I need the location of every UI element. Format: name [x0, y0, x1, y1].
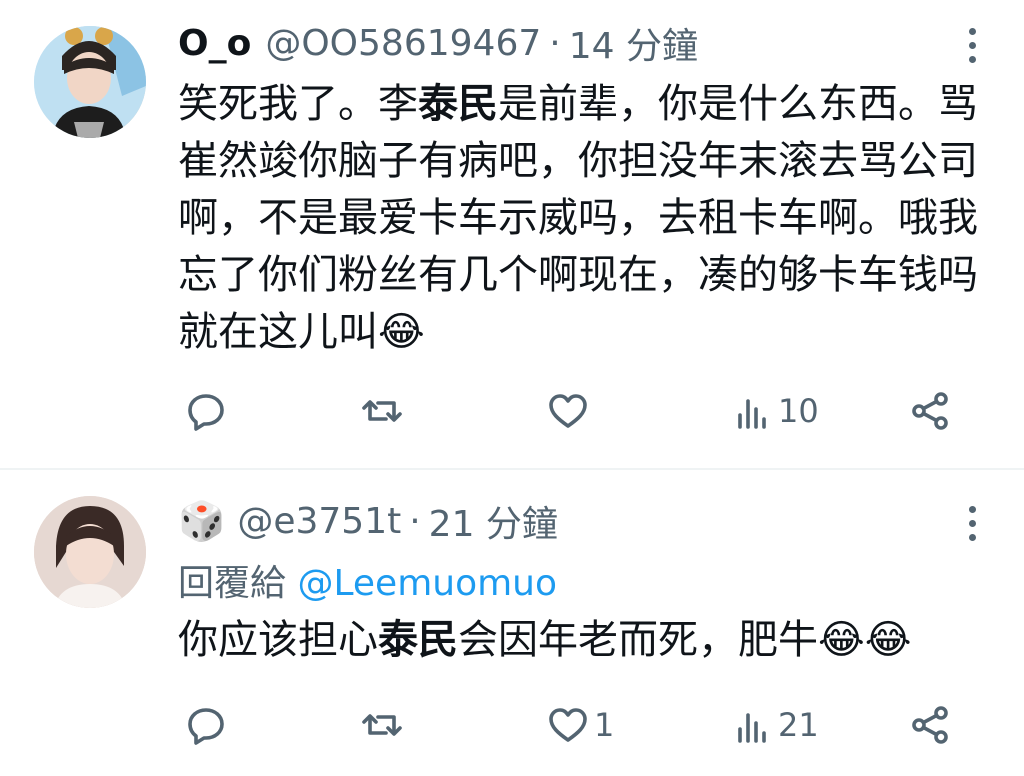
like-count: 1	[594, 706, 615, 744]
reply-button[interactable]	[184, 700, 232, 750]
avatar-image	[34, 496, 146, 608]
tweet-text-highlight: 泰民	[418, 81, 498, 127]
like-button[interactable]: 1	[546, 700, 614, 750]
timestamp[interactable]: 21 分鐘	[429, 495, 558, 547]
views-button[interactable]: 21	[730, 700, 819, 750]
retweet-icon	[362, 714, 402, 736]
retweet-button[interactable]	[360, 700, 408, 750]
views-count: 10	[778, 392, 819, 430]
tweet-actions: 10	[178, 386, 978, 436]
reply-icon	[188, 708, 224, 745]
views-count: 21	[778, 706, 819, 744]
share-icon	[912, 392, 948, 430]
reply-context: 回覆給 @Leemuomuo	[178, 554, 557, 606]
more-icon	[968, 28, 976, 35]
views-icon	[738, 713, 766, 743]
share-button[interactable]	[908, 386, 952, 436]
tweet-text-part: 会因年老而死，肥牛😂😂	[458, 617, 912, 663]
separator-dot: ·	[549, 22, 561, 64]
tweet-text-part: 笑死我了。李	[178, 81, 418, 127]
views-button[interactable]: 10	[730, 386, 819, 436]
tweet-text-highlight: 泰民	[378, 617, 458, 663]
tweet-header: 🎲 @e3751t · 21 分鐘	[178, 496, 558, 546]
mention-link[interactable]: @Leemuomuo	[297, 563, 557, 604]
more-icon	[968, 506, 976, 513]
avatar-image	[34, 26, 146, 138]
dice-icon[interactable]: 🎲	[178, 499, 225, 544]
tweet-header: O_o @OO58619467 · 14 分鐘	[178, 18, 698, 68]
tweet-actions: 1 21	[178, 700, 978, 750]
like-icon	[549, 394, 587, 428]
retweet-button[interactable]	[360, 386, 408, 436]
views-icon	[738, 399, 766, 429]
reply-button[interactable]	[184, 386, 232, 436]
like-button[interactable]	[546, 386, 594, 436]
reply-prefix: 回覆給	[178, 563, 287, 604]
reply-icon	[188, 394, 224, 431]
avatar[interactable]	[34, 496, 146, 608]
more-options-button[interactable]	[966, 28, 978, 72]
avatar[interactable]	[34, 26, 146, 138]
more-options-button[interactable]	[966, 506, 978, 550]
like-icon	[549, 708, 587, 742]
tweet-text: 笑死我了。李泰民是前辈，你是什么东西。骂崔然竣你脑子有病吧，你担没年末滚去骂公司…	[178, 76, 978, 361]
retweet-icon	[362, 400, 402, 422]
tweet-text: 你应该担心泰民会因年老而死，肥牛😂😂	[178, 612, 978, 669]
tweet-text-part: 你应该担心	[178, 617, 378, 663]
display-name[interactable]: O_o	[178, 23, 251, 64]
timestamp[interactable]: 14 分鐘	[569, 17, 698, 69]
separator-dot: ·	[409, 500, 421, 542]
user-handle[interactable]: @e3751t	[237, 501, 401, 542]
user-handle[interactable]: @OO58619467	[265, 23, 541, 64]
share-icon	[912, 706, 948, 744]
tweet[interactable]: 🎲 @e3751t · 21 分鐘 回覆給 @Leemuomuo 你应该担心泰民…	[0, 470, 1024, 776]
share-button[interactable]	[908, 700, 952, 750]
tweet[interactable]: O_o @OO58619467 · 14 分鐘 笑死我了。李泰民是前辈，你是什么…	[0, 0, 1024, 468]
